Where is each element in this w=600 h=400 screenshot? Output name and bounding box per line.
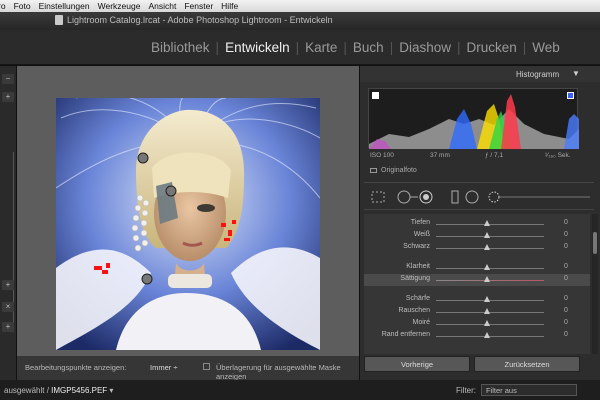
red-eye-tool-icon[interactable] [419,190,433,204]
original-photo[interactable]: Originalfoto [370,167,417,174]
slider-saettigung[interactable]: Sättigung 0 [364,274,590,286]
slider-thumb[interactable] [484,308,490,314]
menu-bar: ro Foto Einstellungen Werkzeuge Ansicht … [0,0,600,12]
module-web[interactable]: Web [532,40,560,55]
module-buch[interactable]: Buch [353,40,384,55]
edit-points-select[interactable]: Immer ÷ [150,363,177,372]
plus-icon[interactable]: + [2,92,14,102]
minus-icon[interactable]: − [2,74,14,84]
adjustment-sliders: Tiefen 0 Weiß 0 Schwarz 0 Klarheit 0 Sättigu… [364,214,590,354]
menu-item-photo[interactable]: Foto [14,1,31,11]
adjustment-brush-icon[interactable] [488,191,590,203]
filter-select[interactable]: Filter aus [481,384,577,396]
mask-pin[interactable] [141,273,153,285]
module-diashow[interactable]: Diashow [399,40,451,55]
loupe-toolbar: Bearbeitungspunkte anzeigen: Immer ÷ Übe… [17,356,359,381]
module-picker: Bibliothek | Entwickeln | Karte | Buch | Dia… [0,30,600,65]
highlight-clipping-icon[interactable] [567,92,574,99]
iso-value: ISO 100 [370,152,394,159]
module-entwickeln[interactable]: Entwickeln [225,40,290,55]
crop-tool-icon[interactable] [371,191,385,203]
portrait-photo [56,98,320,350]
previous-button[interactable]: Vorherige [364,356,470,372]
title-bar: Lightroom Catalog.lrcat - Adobe Photosho… [0,12,600,30]
slider-tiefen[interactable]: Tiefen 0 [364,218,590,230]
slider-schwarz[interactable]: Schwarz 0 [364,242,590,254]
original-photo-label: Originalfoto [381,167,417,174]
histogram-graph [369,94,579,149]
shutter-speed: ¹⁄₁₆₀ Sek. [545,152,571,159]
menu-item-window[interactable]: Fenster [184,1,213,11]
module-separator: | [215,40,220,55]
menu-item-file[interactable]: ro [0,1,6,11]
plus-icon[interactable]: + [2,280,14,290]
histogram-header[interactable]: Histogramm ▼ [360,66,600,82]
graduated-filter-icon[interactable] [451,190,459,204]
mask-pin[interactable] [137,152,149,164]
slider-thumb[interactable] [484,276,490,282]
menu-item-help[interactable]: Hilfe [221,1,238,11]
focal-length: 37 mm [430,152,450,159]
selected-file[interactable]: ausgewählt / IMGP5456.PEF ▾ [4,386,113,395]
panel-buttons: Vorherige Zurücksetzen [364,356,590,374]
slider-schaerfe[interactable]: Schärfe 0 [364,294,590,306]
slider-thumb[interactable] [484,232,490,238]
menu-item-tools[interactable]: Werkzeuge [98,1,141,11]
tool-strip [364,182,594,210]
filmstrip-bar: ausgewählt / IMGP5456.PEF ▾ Filter: Filt… [0,380,600,400]
add-icon[interactable]: + [2,322,14,332]
slider-thumb[interactable] [484,264,490,270]
slider-weiss[interactable]: Weiß 0 [364,230,590,242]
slider-thumb[interactable] [484,296,490,302]
module-separator: | [295,40,300,55]
overlay-checkbox[interactable] [203,363,210,370]
filter-label: Filter: [456,386,476,395]
photo-canvas[interactable] [56,98,320,350]
collapse-triangle-icon[interactable]: ▼ [572,69,580,78]
panel-scrollbar[interactable] [592,214,598,354]
radial-filter-icon[interactable] [465,190,479,204]
slider-thumb[interactable] [484,332,490,338]
shadow-clipping-icon[interactable] [372,92,379,99]
original-photo-icon [370,168,377,173]
slider-thumb[interactable] [484,320,490,326]
slider-moire[interactable]: Moiré 0 [364,318,590,330]
scrollbar-thumb[interactable] [593,232,597,254]
module-karte[interactable]: Karte [305,40,337,55]
aperture: ƒ / 7,1 [485,152,504,159]
edit-points-label: Bearbeitungspunkte anzeigen: [25,363,127,372]
menu-item-view[interactable]: Ansicht [148,1,176,11]
histogram-title: Histogramm [516,70,560,79]
left-panel-collapsed: − + + × + [0,66,16,380]
module-drucken[interactable]: Drucken [467,40,517,55]
slider-thumb[interactable] [484,220,490,226]
close-icon[interactable]: × [2,302,14,312]
window-title: Lightroom Catalog.lrcat - Adobe Photosho… [67,15,333,25]
spot-removal-tool-icon[interactable] [397,190,418,204]
overlay-label: Überlagerung für ausgewählte Maske anzei… [216,363,341,381]
module-separator: | [389,40,394,55]
module-separator: | [343,40,347,55]
catalog-file-icon [55,15,63,25]
slider-rand-entfernen[interactable]: Rand entfernen 0 [364,330,590,342]
right-panel: Histogramm ▼ ISO 100 37 mm ƒ / 7,1 ¹⁄₁₆₀… [360,66,600,380]
menu-item-settings[interactable]: Einstellungen [39,1,90,11]
slider-rauschen[interactable]: Rauschen 0 [364,306,590,318]
module-separator: | [522,40,527,55]
reset-button[interactable]: Zurücksetzen [474,356,580,372]
slider-klarheit[interactable]: Klarheit 0 [364,262,590,274]
histogram [368,88,579,149]
module-bibliothek[interactable]: Bibliothek [151,40,210,55]
mask-pin[interactable] [165,185,177,197]
slider-thumb[interactable] [484,244,490,250]
module-separator: | [456,40,461,55]
